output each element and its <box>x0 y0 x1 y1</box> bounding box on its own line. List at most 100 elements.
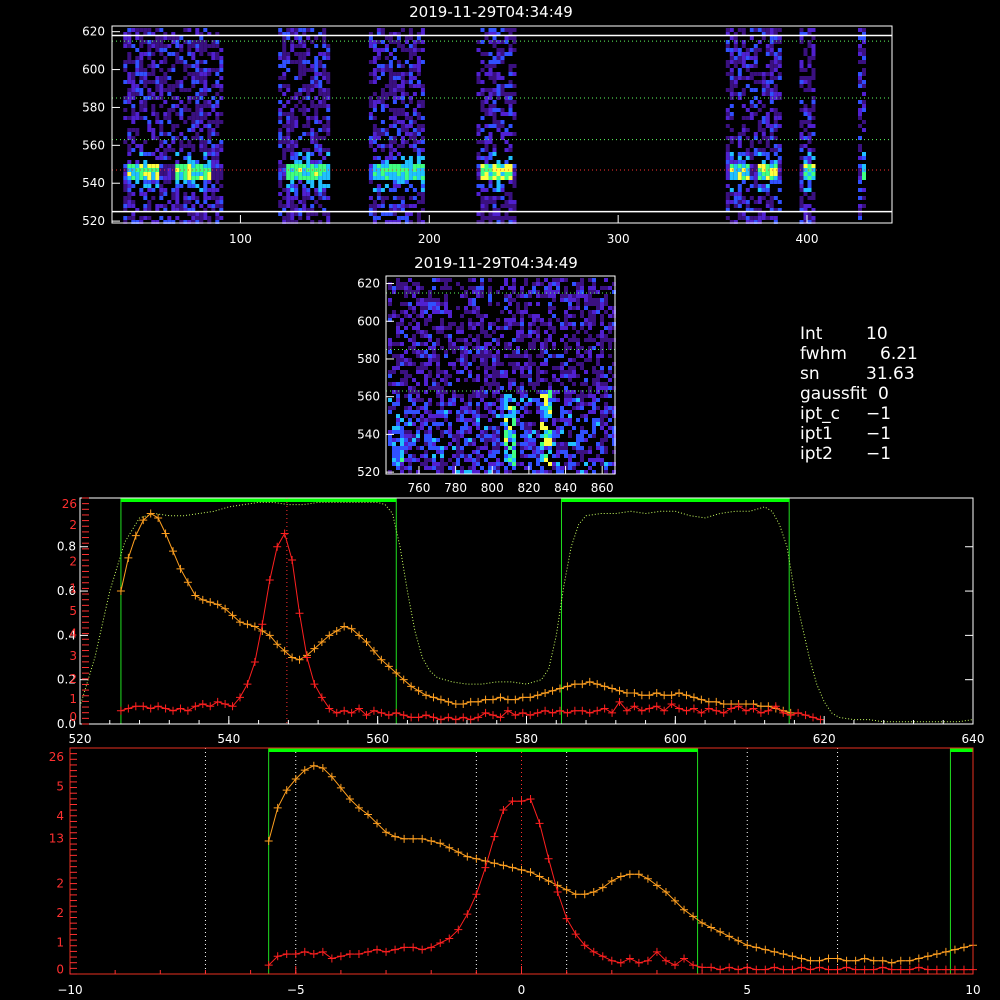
heatmap-cell <box>215 196 220 200</box>
heatmap-cell <box>552 342 556 346</box>
heatmap-cell <box>151 176 156 180</box>
heatmap-cell <box>548 322 552 326</box>
heatmap-cell <box>858 148 862 152</box>
heatmap-cell <box>480 164 485 168</box>
heatmap-cell <box>811 48 816 52</box>
heatmap-cell <box>392 180 397 184</box>
heatmap-cell <box>524 442 528 446</box>
heatmap-cell <box>496 180 501 184</box>
heatmap-cell <box>428 418 432 422</box>
heatmap-cell <box>420 286 424 290</box>
heatmap-cell <box>432 442 436 446</box>
heatmap-cell <box>468 302 472 306</box>
heatmap-cell <box>199 116 204 120</box>
heatmap-cell <box>504 36 509 40</box>
heatmap-cell <box>368 104 373 108</box>
heatmap-cell <box>400 302 404 306</box>
heatmap-cell <box>135 36 140 40</box>
heatmap-cell <box>508 192 513 196</box>
heatmap-cell <box>520 422 524 426</box>
heatmap-cell <box>396 196 401 200</box>
heatmap-cell <box>560 382 564 386</box>
heatmap-cell <box>769 196 774 200</box>
heatmap-cell <box>436 338 440 342</box>
heatmap-cell <box>484 354 488 358</box>
y-tick-label: 580 <box>82 100 105 114</box>
heatmap-cell <box>203 48 208 52</box>
heatmap-cell <box>484 88 489 92</box>
x-tick-label: 800 <box>481 481 504 495</box>
heatmap-cell <box>592 434 596 438</box>
heatmap-cell <box>322 52 327 56</box>
heatmap-cell <box>127 168 132 172</box>
heatmap-cell <box>428 294 432 298</box>
heatmap-cell <box>151 172 156 176</box>
heatmap-cell <box>480 196 485 200</box>
heatmap-cell <box>298 60 303 64</box>
heatmap-cell <box>488 104 493 108</box>
heatmap-cell <box>500 168 505 172</box>
heatmap-cell <box>504 414 508 418</box>
heatmap-cell <box>745 176 750 180</box>
heatmap-cell <box>420 330 424 334</box>
heatmap-cell <box>492 72 497 76</box>
heatmap-cell <box>803 128 808 132</box>
heatmap-cell <box>528 362 532 366</box>
heatmap-cell <box>298 100 303 104</box>
heatmap-cell <box>484 370 488 374</box>
heatmap-cell <box>588 434 592 438</box>
heatmap-cell <box>392 176 397 180</box>
heatmap-cell <box>187 196 192 200</box>
heatmap-cell <box>444 374 448 378</box>
heatmap-cell <box>765 216 770 220</box>
heatmap-cell <box>183 108 188 112</box>
heatmap-cell <box>314 64 319 68</box>
heatmap-cell <box>404 112 409 116</box>
x-tick-label: 300 <box>607 232 630 246</box>
heatmap-cell <box>488 40 493 44</box>
heatmap-cell <box>183 156 188 160</box>
heatmap-cell <box>408 176 413 180</box>
heatmap-cell <box>195 48 200 52</box>
heatmap-cell <box>302 84 307 88</box>
heatmap-cell <box>729 76 734 80</box>
heatmap-cell <box>294 116 299 120</box>
heatmap-cell <box>388 144 393 148</box>
heatmap-cell <box>396 422 400 426</box>
heatmap-cell <box>516 334 520 338</box>
heatmap-cell <box>488 200 493 204</box>
heatmap-cell <box>741 128 746 132</box>
heatmap-cell <box>404 164 409 168</box>
heatmap-cell <box>468 370 472 374</box>
heatmap-cell <box>211 156 216 160</box>
heatmap-cell <box>143 80 148 84</box>
heatmap-cell <box>440 278 444 282</box>
heatmap-cell <box>765 84 770 88</box>
heatmap-cell <box>416 140 421 144</box>
heatmap-cell <box>159 184 164 188</box>
heatmap-cell <box>143 96 148 100</box>
heatmap-cell <box>745 56 750 60</box>
heatmap-cell <box>532 330 536 334</box>
heatmap-cell <box>436 326 440 330</box>
heatmap-cell <box>207 180 212 184</box>
heatmap-cell <box>412 204 417 208</box>
heatmap-cell <box>278 108 283 112</box>
heatmap-cell <box>183 164 188 168</box>
heatmap-cell <box>302 192 307 196</box>
heatmap-cell <box>191 64 196 68</box>
heatmap-cell <box>424 410 428 414</box>
heatmap-cell <box>318 88 323 92</box>
heatmap-cell <box>420 88 425 92</box>
heatmap-cell <box>500 442 504 446</box>
heatmap-cell <box>512 164 517 168</box>
heatmap-cell <box>803 120 808 124</box>
heatmap-cell <box>536 430 540 434</box>
heatmap-cell <box>384 84 389 88</box>
heatmap-cell <box>448 422 452 426</box>
heatmap-cell <box>500 406 504 410</box>
heatmap-cell <box>322 104 327 108</box>
heatmap-cell <box>596 454 600 458</box>
heatmap-cell <box>179 204 184 208</box>
heatmap-cell <box>512 176 517 180</box>
